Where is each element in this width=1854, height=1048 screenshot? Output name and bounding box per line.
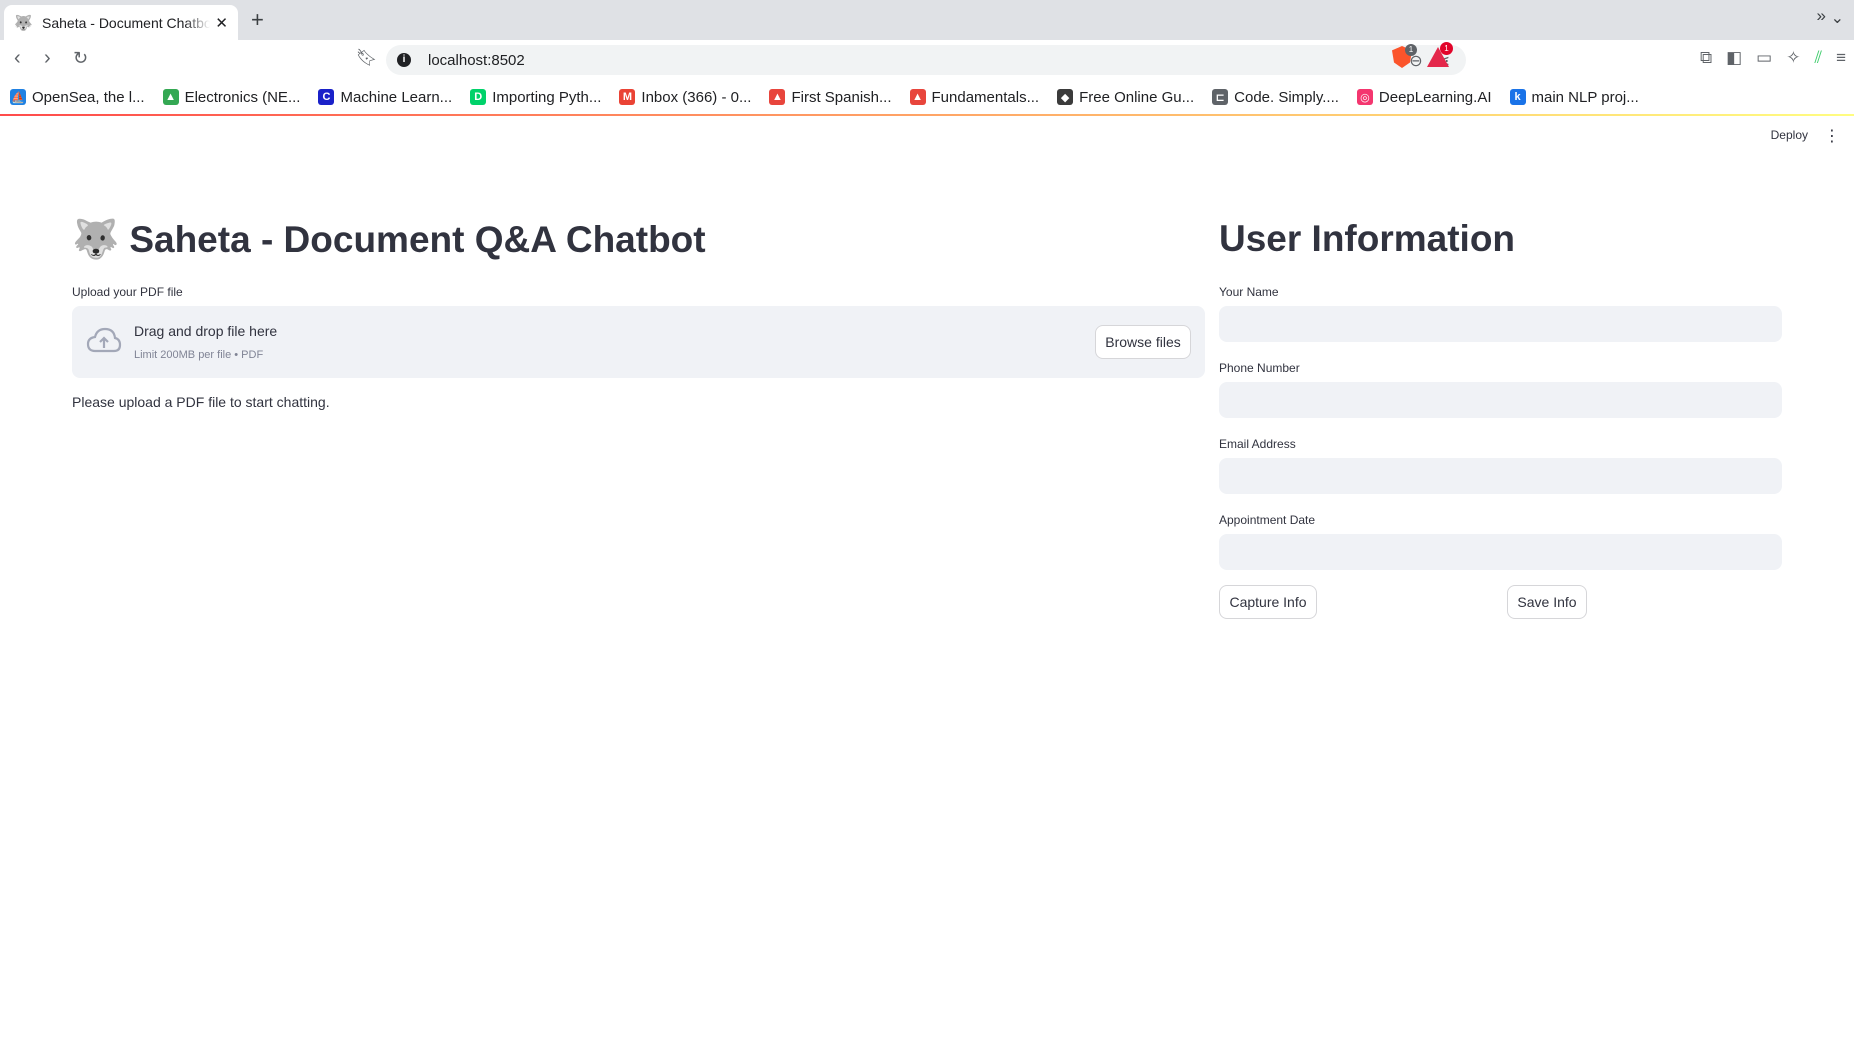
bookmark-label: Fundamentals... <box>931 88 1040 106</box>
bookmark-label: OpenSea, the l... <box>32 88 145 106</box>
sidebar-icon[interactable]: ◧ <box>1726 48 1742 68</box>
bookmark-label: main NLP proj... <box>1531 88 1639 106</box>
bookmark-favicon-icon: ▲ <box>769 89 786 105</box>
bookmark-favicon-icon: M <box>619 89 636 105</box>
browser-tab-active[interactable]: 🐺 Saheta - Document Chatbot ✕ <box>4 5 238 40</box>
uploader-label: Upload your PDF file <box>72 285 183 299</box>
browser-menu-icon[interactable]: ≡ <box>1836 48 1846 68</box>
site-info-icon[interactable]: i <box>397 53 411 67</box>
phone-input[interactable] <box>1219 382 1782 418</box>
file-dropzone[interactable]: Drag and drop file here Limit 200MB per … <box>72 306 1205 378</box>
cloud-upload-icon <box>86 327 122 353</box>
email-label: Email Address <box>1219 437 1296 451</box>
bookmark-label: Inbox (366) - 0... <box>641 88 752 106</box>
browser-toolbar: ‹ › ↻ 🔖︎ i localhost:8502 ⊖ ⋖ 1 1 ⧉ ◧ ▭ … <box>0 40 1854 80</box>
date-label: Appointment Date <box>1219 513 1316 527</box>
bookmark-item[interactable]: ◎ DeepLearning.AI <box>1356 88 1492 106</box>
deploy-button[interactable]: Deploy <box>1771 128 1808 142</box>
phone-label: Phone Number <box>1219 361 1300 375</box>
wolf-emoji-icon: 🐺 <box>72 219 120 261</box>
bookmark-label: First Spanish... <box>791 88 892 106</box>
tab-search-chevron-icon[interactable]: ⌄ <box>1831 8 1844 28</box>
page-title-text: Saheta - Document Q&A Chatbot <box>129 219 706 260</box>
bookmarks-bar: ⛵ OpenSea, the l... ▲ Electronics (NE... C Ma… <box>0 80 1854 114</box>
bookmark-item[interactable]: C Machine Learn... <box>318 89 452 106</box>
name-label: Your Name <box>1219 285 1279 299</box>
bookmark-item[interactable]: ⊏ Code. Simply.... <box>1212 89 1339 106</box>
bookmark-label: DeepLearning.AI <box>1378 88 1492 106</box>
bookmark-favicon-icon: k <box>1509 89 1526 105</box>
vpn-extension-icon[interactable]: ⫽ <box>1814 48 1822 68</box>
bookmarks-overflow-icon[interactable]: » <box>1817 6 1826 26</box>
bookmark-favicon-icon: ◎ <box>1356 89 1373 105</box>
bookmark-item[interactable]: ⛵ OpenSea, the l... <box>10 89 145 106</box>
bookmark-label: Free Online Gu... <box>1079 88 1195 106</box>
bookmark-item[interactable]: ▲ Electronics (NE... <box>162 88 301 106</box>
bookmark-item[interactable]: ◆ Free Online Gu... <box>1057 89 1194 106</box>
appointment-date-input[interactable] <box>1219 534 1782 570</box>
bookmark-item[interactable]: k main NLP proj... <box>1509 88 1639 106</box>
bookmark-favicon-icon: ⛵ <box>10 89 26 105</box>
email-input[interactable] <box>1219 458 1782 494</box>
leo-ai-icon[interactable]: ✧ <box>1786 48 1800 68</box>
dropzone-limit-text: Limit 200MB per file • PDF <box>134 349 264 361</box>
bookmark-item[interactable]: ▲ Fundamentals... <box>909 88 1040 106</box>
bookmark-label: Code. Simply.... <box>1234 88 1339 106</box>
extensions-icon[interactable]: ⧉ <box>1700 48 1712 68</box>
tab-strip: 🐺 Saheta - Document Chatbot ✕ + ⌄ <box>0 0 1854 40</box>
save-info-button[interactable]: Save Info <box>1507 585 1587 619</box>
bookmark-favicon-icon: ▲ <box>162 89 179 105</box>
brave-rewards-badge: 1 <box>1440 42 1453 55</box>
bookmark-favicon-icon: C <box>318 89 335 105</box>
reload-icon[interactable]: ↻ <box>73 48 88 69</box>
bookmark-favicon-icon: ◆ <box>1057 89 1074 105</box>
bookmark-label: Electronics (NE... <box>184 88 301 106</box>
bookmark-favicon-icon: ▲ <box>909 89 926 105</box>
bookmark-favicon-icon: D <box>470 89 487 105</box>
tab-title: Saheta - Document Chatbot <box>42 14 210 31</box>
wallet-icon[interactable]: ▭ <box>1756 48 1772 68</box>
streamlit-decoration-line <box>0 114 1854 116</box>
dropzone-instructions: Drag and drop file here <box>134 323 278 339</box>
main-menu-icon[interactable]: ⋮ <box>1824 126 1840 146</box>
new-tab-icon[interactable]: + <box>251 7 264 33</box>
upload-prompt-message: Please upload a PDF file to start chatti… <box>72 394 330 410</box>
browse-files-button[interactable]: Browse files <box>1095 325 1191 359</box>
bookmark-item[interactable]: D Importing Pyth... <box>470 89 601 106</box>
user-info-title: User Information <box>1219 218 1516 259</box>
forward-arrow-icon[interactable]: › <box>44 47 51 70</box>
bookmark-label: Machine Learn... <box>340 88 453 106</box>
url-text: localhost:8502 <box>428 51 525 69</box>
tab-favicon-icon: 🐺 <box>14 14 33 32</box>
bookmark-favicon-icon: ⊏ <box>1212 89 1229 105</box>
capture-info-button[interactable]: Capture Info <box>1219 585 1317 619</box>
bookmark-item[interactable]: M Inbox (366) - 0... <box>619 89 751 106</box>
page-title: 🐺 Saheta - Document Q&A Chatbot <box>72 218 706 262</box>
back-arrow-icon[interactable]: ‹ <box>14 47 21 70</box>
brave-shields-badge: 1 <box>1405 44 1417 56</box>
bookmark-label: Importing Pyth... <box>492 88 602 106</box>
address-bar[interactable]: i localhost:8502 ⊖ ⋖ <box>386 45 1466 75</box>
bookmark-page-icon[interactable]: 🔖︎ <box>356 48 378 68</box>
name-input[interactable] <box>1219 306 1782 342</box>
tab-close-icon[interactable]: ✕ <box>215 14 228 32</box>
bookmark-item[interactable]: ▲ First Spanish... <box>769 88 892 106</box>
